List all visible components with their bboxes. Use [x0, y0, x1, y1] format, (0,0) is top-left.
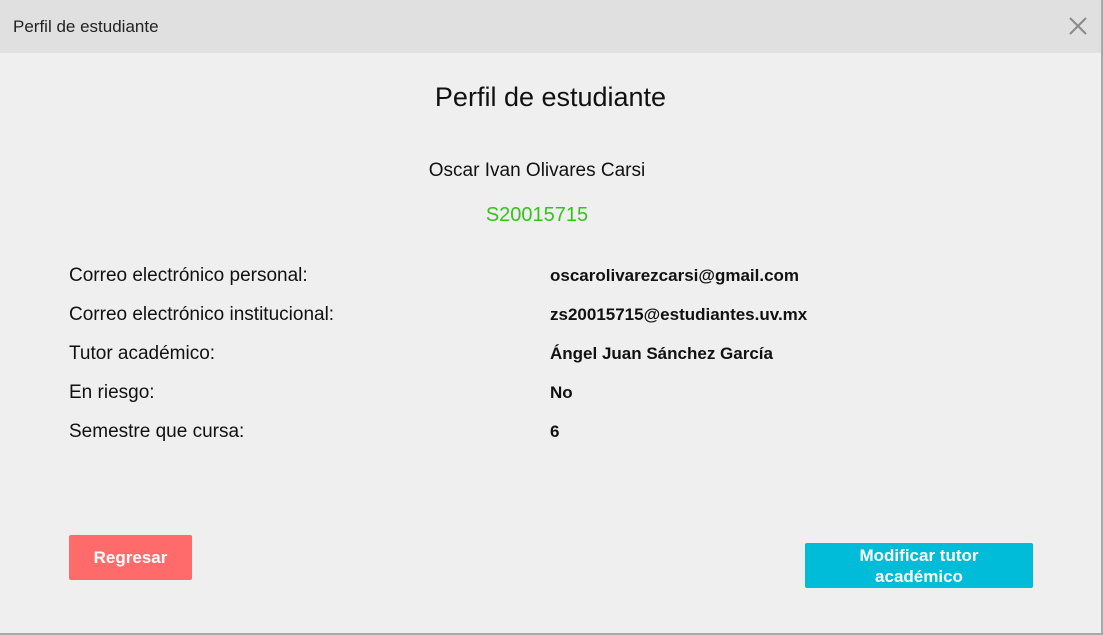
field-value: zs20015715@estudiantes.uv.mx — [550, 305, 808, 324]
field-value: oscarolivarezcarsi@gmail.com — [550, 266, 800, 285]
student-id: S20015715 — [485, 204, 589, 226]
field-value: 6 — [550, 422, 560, 441]
field-label: Tutor académico: — [69, 343, 216, 364]
field-value: No — [550, 383, 573, 402]
field-label: Correo electrónico institucional: — [69, 304, 335, 325]
field-row-personal-email: Correo electrónico personal: oscarolivar… — [0, 265, 1101, 295]
field-row-semester: Semestre que cursa: 6 — [0, 421, 1101, 451]
field-row-institutional-email: Correo electrónico institucional: zs2001… — [0, 304, 1101, 334]
modify-tutor-button[interactable]: Modificar tutor académico — [805, 543, 1033, 588]
close-icon — [1069, 17, 1087, 35]
field-value: Ángel Juan Sánchez García — [550, 344, 773, 363]
profile-window: Perfil de estudiante Perfil de estudiant… — [0, 0, 1103, 635]
back-button[interactable]: Regresar — [69, 535, 192, 580]
field-row-at-risk: En riesgo: No — [0, 382, 1101, 412]
field-label: Correo electrónico personal: — [69, 265, 308, 286]
window-title: Perfil de estudiante — [13, 17, 159, 36]
page-title: Perfil de estudiante — [434, 82, 667, 112]
field-label: Semestre que cursa: — [69, 421, 245, 442]
field-label: En riesgo: — [69, 382, 155, 403]
field-row-tutor: Tutor académico: Ángel Juan Sánchez Garc… — [0, 343, 1101, 373]
title-bar: Perfil de estudiante — [0, 0, 1101, 53]
close-button[interactable] — [1065, 13, 1091, 39]
student-name: Oscar Ivan Olivares Carsi — [428, 160, 646, 181]
